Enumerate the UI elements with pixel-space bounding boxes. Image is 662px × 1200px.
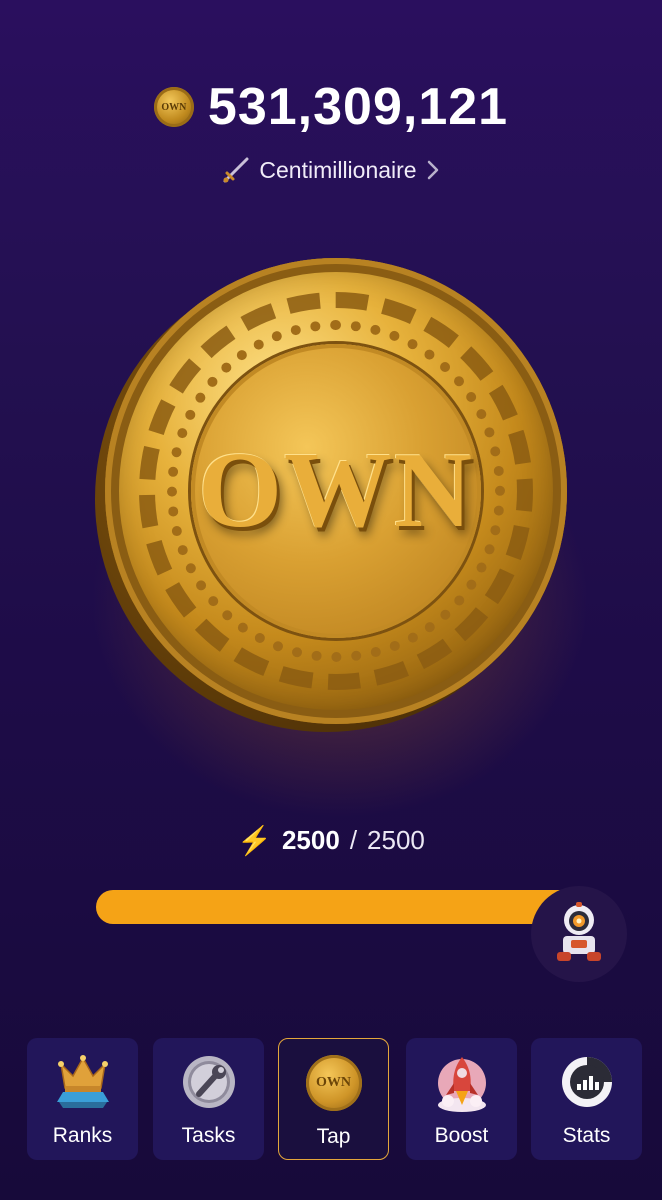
energy-separator: / xyxy=(349,824,358,855)
nav-label-ranks: Ranks xyxy=(52,1124,113,1147)
rank-link[interactable]: Centimillionaire xyxy=(0,152,662,188)
crown-icon xyxy=(51,1052,115,1112)
rocket-icon xyxy=(432,1052,492,1112)
sword-icon xyxy=(221,155,251,185)
nav-stats[interactable]: Stats xyxy=(531,1038,642,1160)
energy-bar-fill xyxy=(96,890,576,924)
chevron-right-icon xyxy=(425,159,441,181)
coin-icon: OWN xyxy=(153,87,194,127)
balance-header: OWN 531,309,121 xyxy=(0,72,662,142)
balance-value: 531,309,121 xyxy=(207,78,509,136)
nav-label-tasks: Tasks xyxy=(181,1124,236,1147)
rank-title: Centimillionaire xyxy=(259,156,417,183)
own-coin-icon: OWN xyxy=(305,1053,362,1113)
nav-tap[interactable]: OWN Tap xyxy=(278,1038,389,1160)
tap-coin[interactable]: OWN xyxy=(95,258,567,732)
robot-icon xyxy=(553,900,605,969)
robot-button[interactable] xyxy=(531,886,627,982)
coin-label: OWN xyxy=(198,431,474,550)
energy-max: 2500 xyxy=(367,824,425,855)
gamepad-chart-icon xyxy=(559,1052,615,1112)
nav-ranks[interactable]: Ranks xyxy=(27,1038,138,1160)
nav-tasks[interactable]: Tasks xyxy=(153,1038,264,1160)
bottom-nav: Ranks Tasks OWN Tap Boost Stats xyxy=(27,1038,643,1162)
nav-label-stats: Stats xyxy=(562,1124,611,1147)
lightning-icon: ⚡ xyxy=(237,824,272,856)
wrench-icon xyxy=(181,1052,237,1112)
energy-current: 2500 xyxy=(281,824,340,855)
energy-bar xyxy=(96,890,576,924)
nav-label-tap: Tap xyxy=(316,1125,351,1148)
nav-boost[interactable]: Boost xyxy=(406,1038,517,1160)
nav-label-boost: Boost xyxy=(434,1124,489,1147)
energy-counter: ⚡ 2500 / 2500 xyxy=(0,822,662,858)
